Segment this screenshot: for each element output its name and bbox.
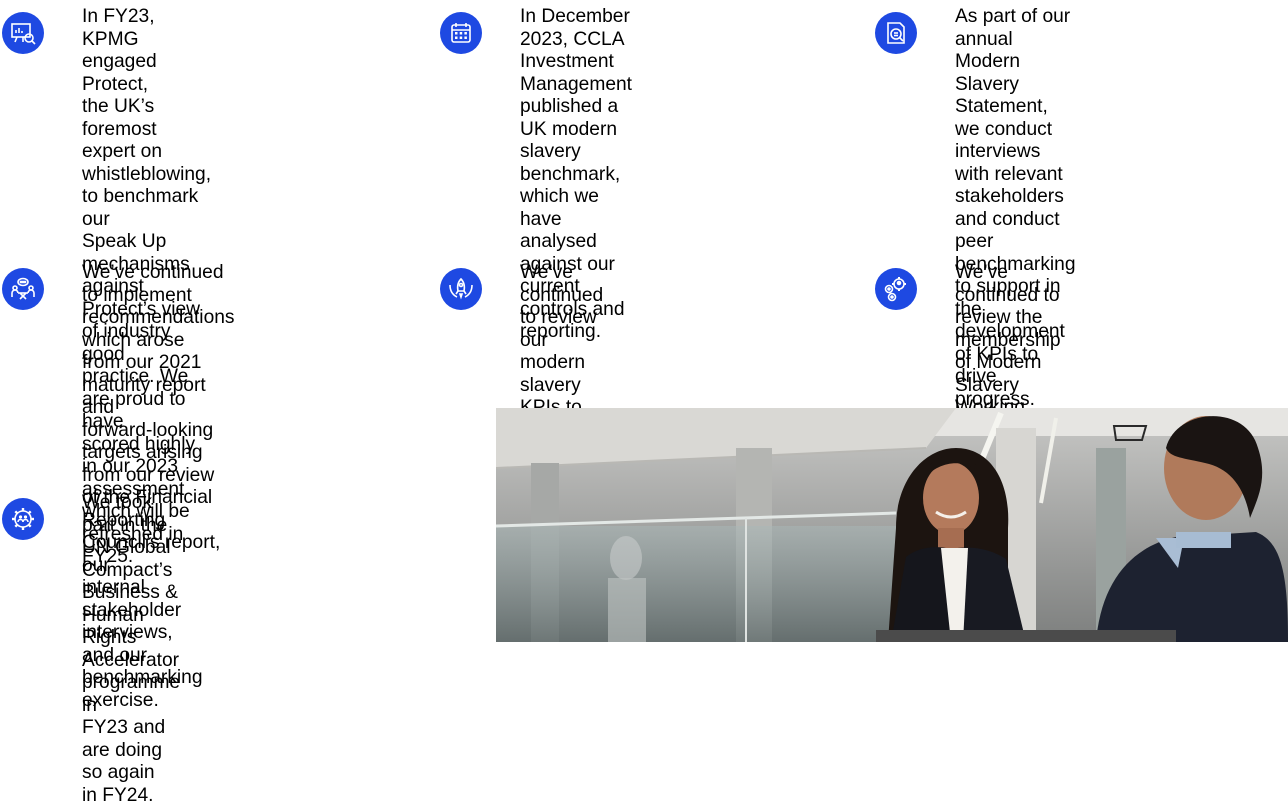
people-gear-icon (875, 268, 917, 310)
office-photo (496, 408, 1288, 642)
item-text: We took part in the UN Global Compact’s … (82, 492, 181, 806)
rocket-hands-icon (440, 268, 482, 310)
meeting-chat-icon (2, 268, 44, 310)
presentation-search-icon (2, 12, 44, 54)
calendar-icon (440, 12, 482, 54)
document-search-icon (875, 12, 917, 54)
group-gear-icon (2, 498, 44, 540)
